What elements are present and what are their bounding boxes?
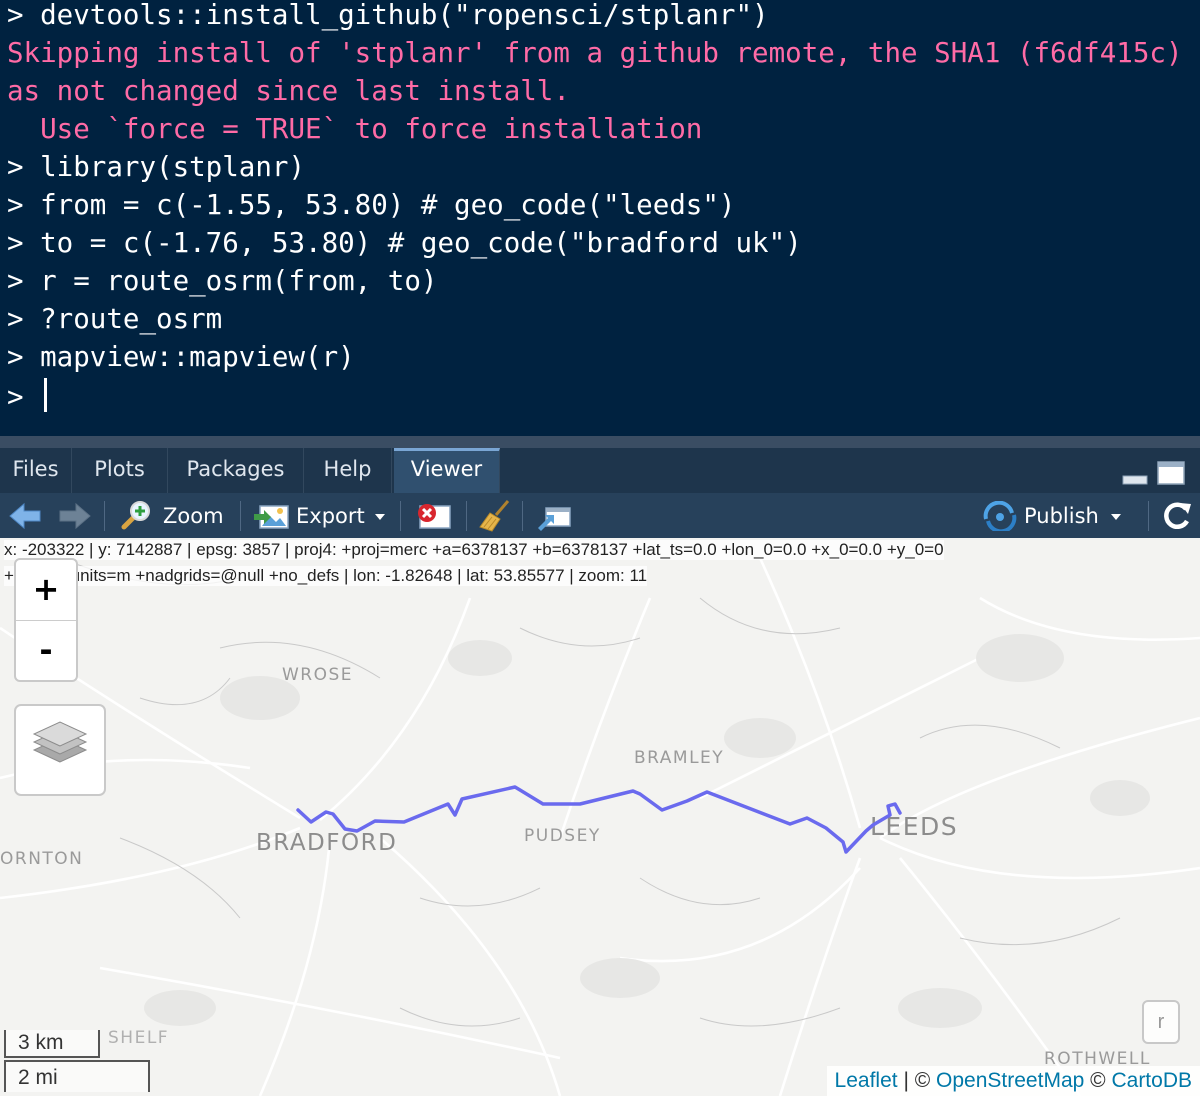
- tab-help[interactable]: Help: [304, 448, 392, 493]
- refresh-icon: [1164, 502, 1191, 529]
- place-label-pudsey: PUDSEY: [524, 826, 601, 846]
- place-label-bradford: BRADFORD: [256, 830, 397, 856]
- tab-viewer[interactable]: Viewer: [394, 448, 500, 493]
- remove-viewer-button[interactable]: [414, 493, 454, 538]
- toolbar-separator: [240, 501, 241, 531]
- publish-button[interactable]: Publish: [982, 493, 1127, 538]
- toolbar-separator: [400, 501, 401, 531]
- place-label-shelf: SHELF: [108, 1028, 169, 1048]
- export-image-icon: [254, 504, 289, 529]
- leaflet-link[interactable]: Leaflet: [835, 1069, 898, 1092]
- console-line: > r = route_osrm(from, to): [7, 265, 438, 297]
- console-line: > library(stplanr): [7, 151, 306, 183]
- zoom-in-button[interactable]: +: [16, 560, 76, 621]
- forward-arrow-icon: [59, 502, 91, 529]
- mouse-coordinates-line1: x: -203322 | y: 7142887 | epsg: 3857 | p…: [4, 540, 944, 560]
- zoom-button[interactable]: Zoom: [118, 493, 224, 538]
- console-line: > mapview::mapview(r): [7, 341, 355, 373]
- forward-button[interactable]: [58, 493, 92, 538]
- scale-bar-km: 3 km: [4, 1030, 100, 1058]
- scale-bar-mi: 2 mi: [4, 1060, 150, 1092]
- export-label: Export: [296, 503, 365, 528]
- show-in-new-window-button[interactable]: [536, 493, 572, 538]
- mouse-coordinates-line2: +k=1.0 +units=m +nadgrids=@null +no_defs…: [4, 566, 648, 586]
- place-label-thornton: ORNTON: [0, 849, 83, 869]
- magnifier-zoom-icon: [121, 500, 150, 529]
- publish-icon: [983, 500, 1017, 531]
- toolbar-separator: [522, 501, 523, 531]
- tab-packages[interactable]: Packages: [168, 448, 304, 493]
- place-label-wrose: WROSE: [282, 665, 353, 685]
- r-layer-button[interactable]: r: [1142, 1000, 1180, 1044]
- console-pane[interactable]: > devtools::install_github("ropensci/stp…: [0, 0, 1200, 436]
- attribution-separator: ©: [1084, 1069, 1112, 1092]
- minimize-pane-icon[interactable]: [1120, 460, 1150, 486]
- console-prompt-line[interactable]: >: [7, 378, 48, 416]
- text-cursor: [44, 378, 48, 412]
- refresh-button[interactable]: [1160, 493, 1192, 538]
- cartodb-link[interactable]: CartoDB: [1111, 1069, 1192, 1092]
- broom-icon: [479, 499, 510, 532]
- console-line: > to = c(-1.76, 53.80) # geo_code("bradf…: [7, 227, 802, 259]
- zoom-label: Zoom: [163, 503, 224, 528]
- maximize-pane-icon[interactable]: [1156, 460, 1186, 486]
- remove-icon: [418, 503, 451, 529]
- place-label-bramley: BRAMLEY: [634, 748, 724, 768]
- tab-files[interactable]: Files: [0, 448, 72, 493]
- publish-label: Publish: [1024, 503, 1099, 528]
- console-line: > ?route_osrm: [7, 303, 223, 335]
- tab-plots[interactable]: Plots: [72, 448, 168, 493]
- back-button[interactable]: [8, 493, 42, 538]
- console-error-line: as not changed since last install.: [7, 75, 570, 107]
- basemap-minor-roads: [59, 557, 1121, 1027]
- console-line: > from = c(-1.55, 53.80) # geo_code("lee…: [7, 189, 736, 221]
- export-button[interactable]: Export: [254, 493, 389, 538]
- chevron-down-icon: [1110, 513, 1121, 520]
- attribution-separator: | ©: [897, 1069, 937, 1092]
- place-label-leeds: LEEDS: [870, 812, 958, 841]
- toolbar-separator: [104, 501, 105, 531]
- map-attribution: Leaflet | © OpenStreetMap © CartoDB: [826, 1066, 1200, 1096]
- viewer-pane[interactable]: WROSE BRAMLEY BRADFORD PUDSEY LEEDS ORNT…: [0, 538, 1200, 1096]
- openstreetmap-link[interactable]: OpenStreetMap: [936, 1069, 1084, 1092]
- toolbar-separator: [466, 501, 467, 531]
- viewer-toolbar: Zoom Export Publish: [0, 493, 1200, 538]
- chevron-down-icon: [374, 513, 385, 520]
- layers-icon: [32, 721, 88, 763]
- layers-control-button[interactable]: [14, 704, 106, 796]
- toolbar-separator: [1148, 501, 1149, 531]
- console-line: > devtools::install_github("ropensci/stp…: [7, 0, 769, 31]
- console-prompt: >: [7, 381, 41, 413]
- clear-all-button[interactable]: [478, 493, 514, 538]
- zoom-control: + -: [14, 558, 78, 682]
- zoom-out-button[interactable]: -: [16, 621, 76, 681]
- new-window-icon: [538, 506, 571, 531]
- pane-tab-bar: Files Plots Packages Help Viewer: [0, 448, 1200, 493]
- console-error-line: Use `force = TRUE` to force installation: [7, 113, 703, 145]
- leaflet-map[interactable]: WROSE BRAMLEY BRADFORD PUDSEY LEEDS ORNT…: [0, 538, 1200, 1096]
- console-error-line: Skipping install of 'stplanr' from a git…: [7, 37, 1200, 69]
- back-arrow-icon: [9, 502, 41, 529]
- pane-splitter[interactable]: [0, 436, 1200, 448]
